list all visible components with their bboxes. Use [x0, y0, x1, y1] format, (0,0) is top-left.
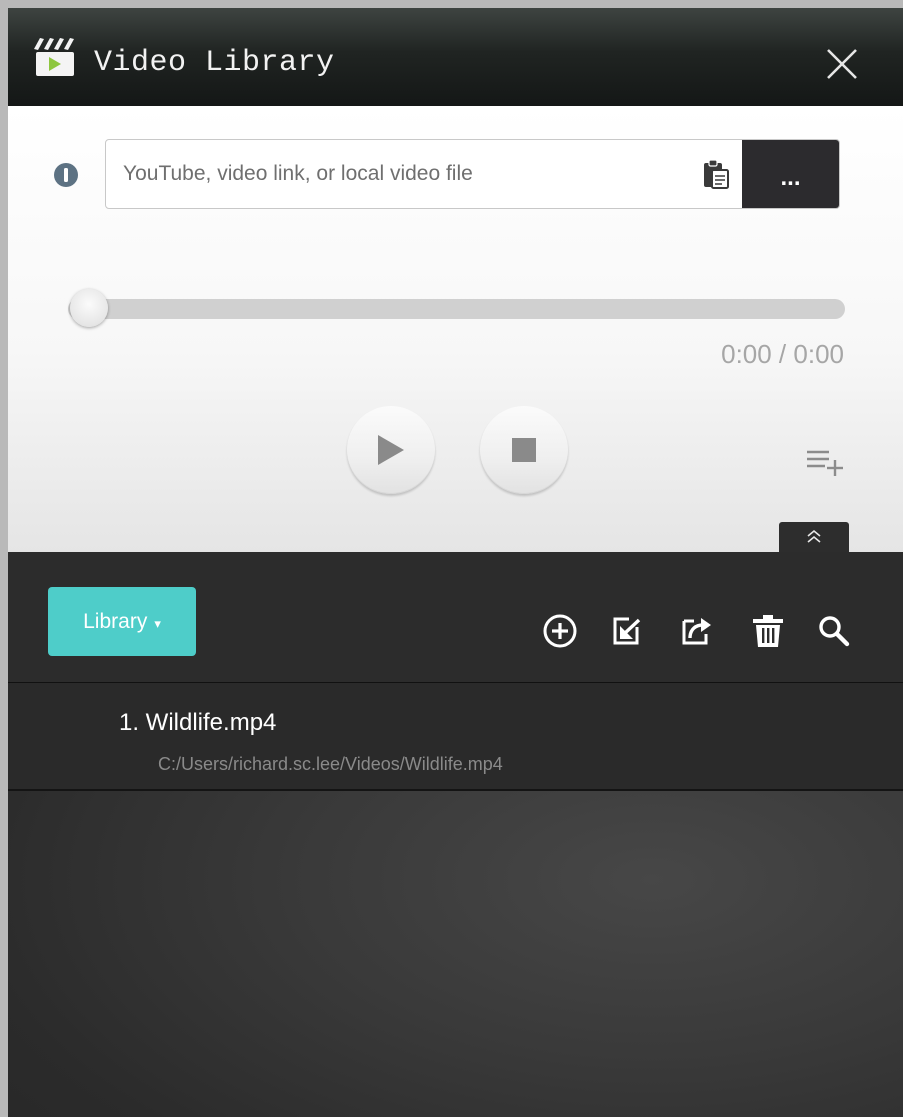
search-button[interactable]	[816, 613, 852, 649]
browse-button[interactable]: ...	[742, 140, 839, 208]
browse-button-label: ...	[780, 164, 801, 191]
library-menu-label: Library	[83, 609, 148, 633]
stop-icon	[512, 438, 536, 462]
clipboard-icon[interactable]	[702, 159, 730, 189]
add-video-button[interactable]	[542, 613, 578, 649]
library-toolbar: Library ▾	[8, 552, 903, 683]
seek-handle[interactable]	[70, 289, 108, 327]
list-item-path: C:/Users/richard.sc.lee/Videos/Wildlife.…	[158, 754, 503, 774]
window-frame: Video Library YouTube, video link, or lo…	[0, 0, 903, 1117]
time-display: 0:00 / 0:00	[721, 339, 844, 369]
url-input-group: ...	[105, 139, 840, 209]
list-item-title: 1. Wildlife.mp4	[119, 709, 277, 736]
delete-button[interactable]	[750, 613, 786, 649]
video-library-app: Video Library YouTube, video link, or lo…	[8, 8, 903, 1117]
library-list-item[interactable]: 1. Wildlife.mp4 C:/Users/richard.sc.lee/…	[8, 683, 903, 791]
caret-down-icon: ▾	[154, 615, 161, 631]
export-button[interactable]	[678, 613, 714, 649]
library-menu-button[interactable]: Library ▾	[48, 587, 196, 656]
library-panel: Library ▾ 1. Wildlife.mp4 C:/Users/richa…	[8, 552, 903, 1117]
import-icon	[613, 615, 643, 645]
seek-bar[interactable]	[68, 299, 845, 319]
info-icon[interactable]	[54, 163, 78, 187]
collapse-player-button[interactable]	[779, 522, 849, 552]
playlist-add-icon[interactable]	[805, 448, 845, 478]
clapperboard-play-icon	[34, 38, 74, 76]
video-url-input[interactable]	[106, 140, 696, 208]
share-icon	[682, 618, 711, 645]
close-icon[interactable]	[820, 44, 864, 84]
search-icon	[819, 616, 850, 647]
trash-icon	[753, 615, 783, 647]
play-button[interactable]	[347, 406, 435, 494]
import-button[interactable]	[609, 613, 645, 649]
stop-button[interactable]	[480, 406, 568, 494]
play-icon	[378, 435, 404, 465]
plus-circle-icon	[543, 614, 577, 648]
player-panel: ... 0:00 / 0:00	[8, 106, 903, 552]
title-bar: Video Library	[8, 8, 903, 106]
window-title: Video Library	[94, 46, 335, 80]
chevron-double-up-icon	[807, 529, 821, 543]
